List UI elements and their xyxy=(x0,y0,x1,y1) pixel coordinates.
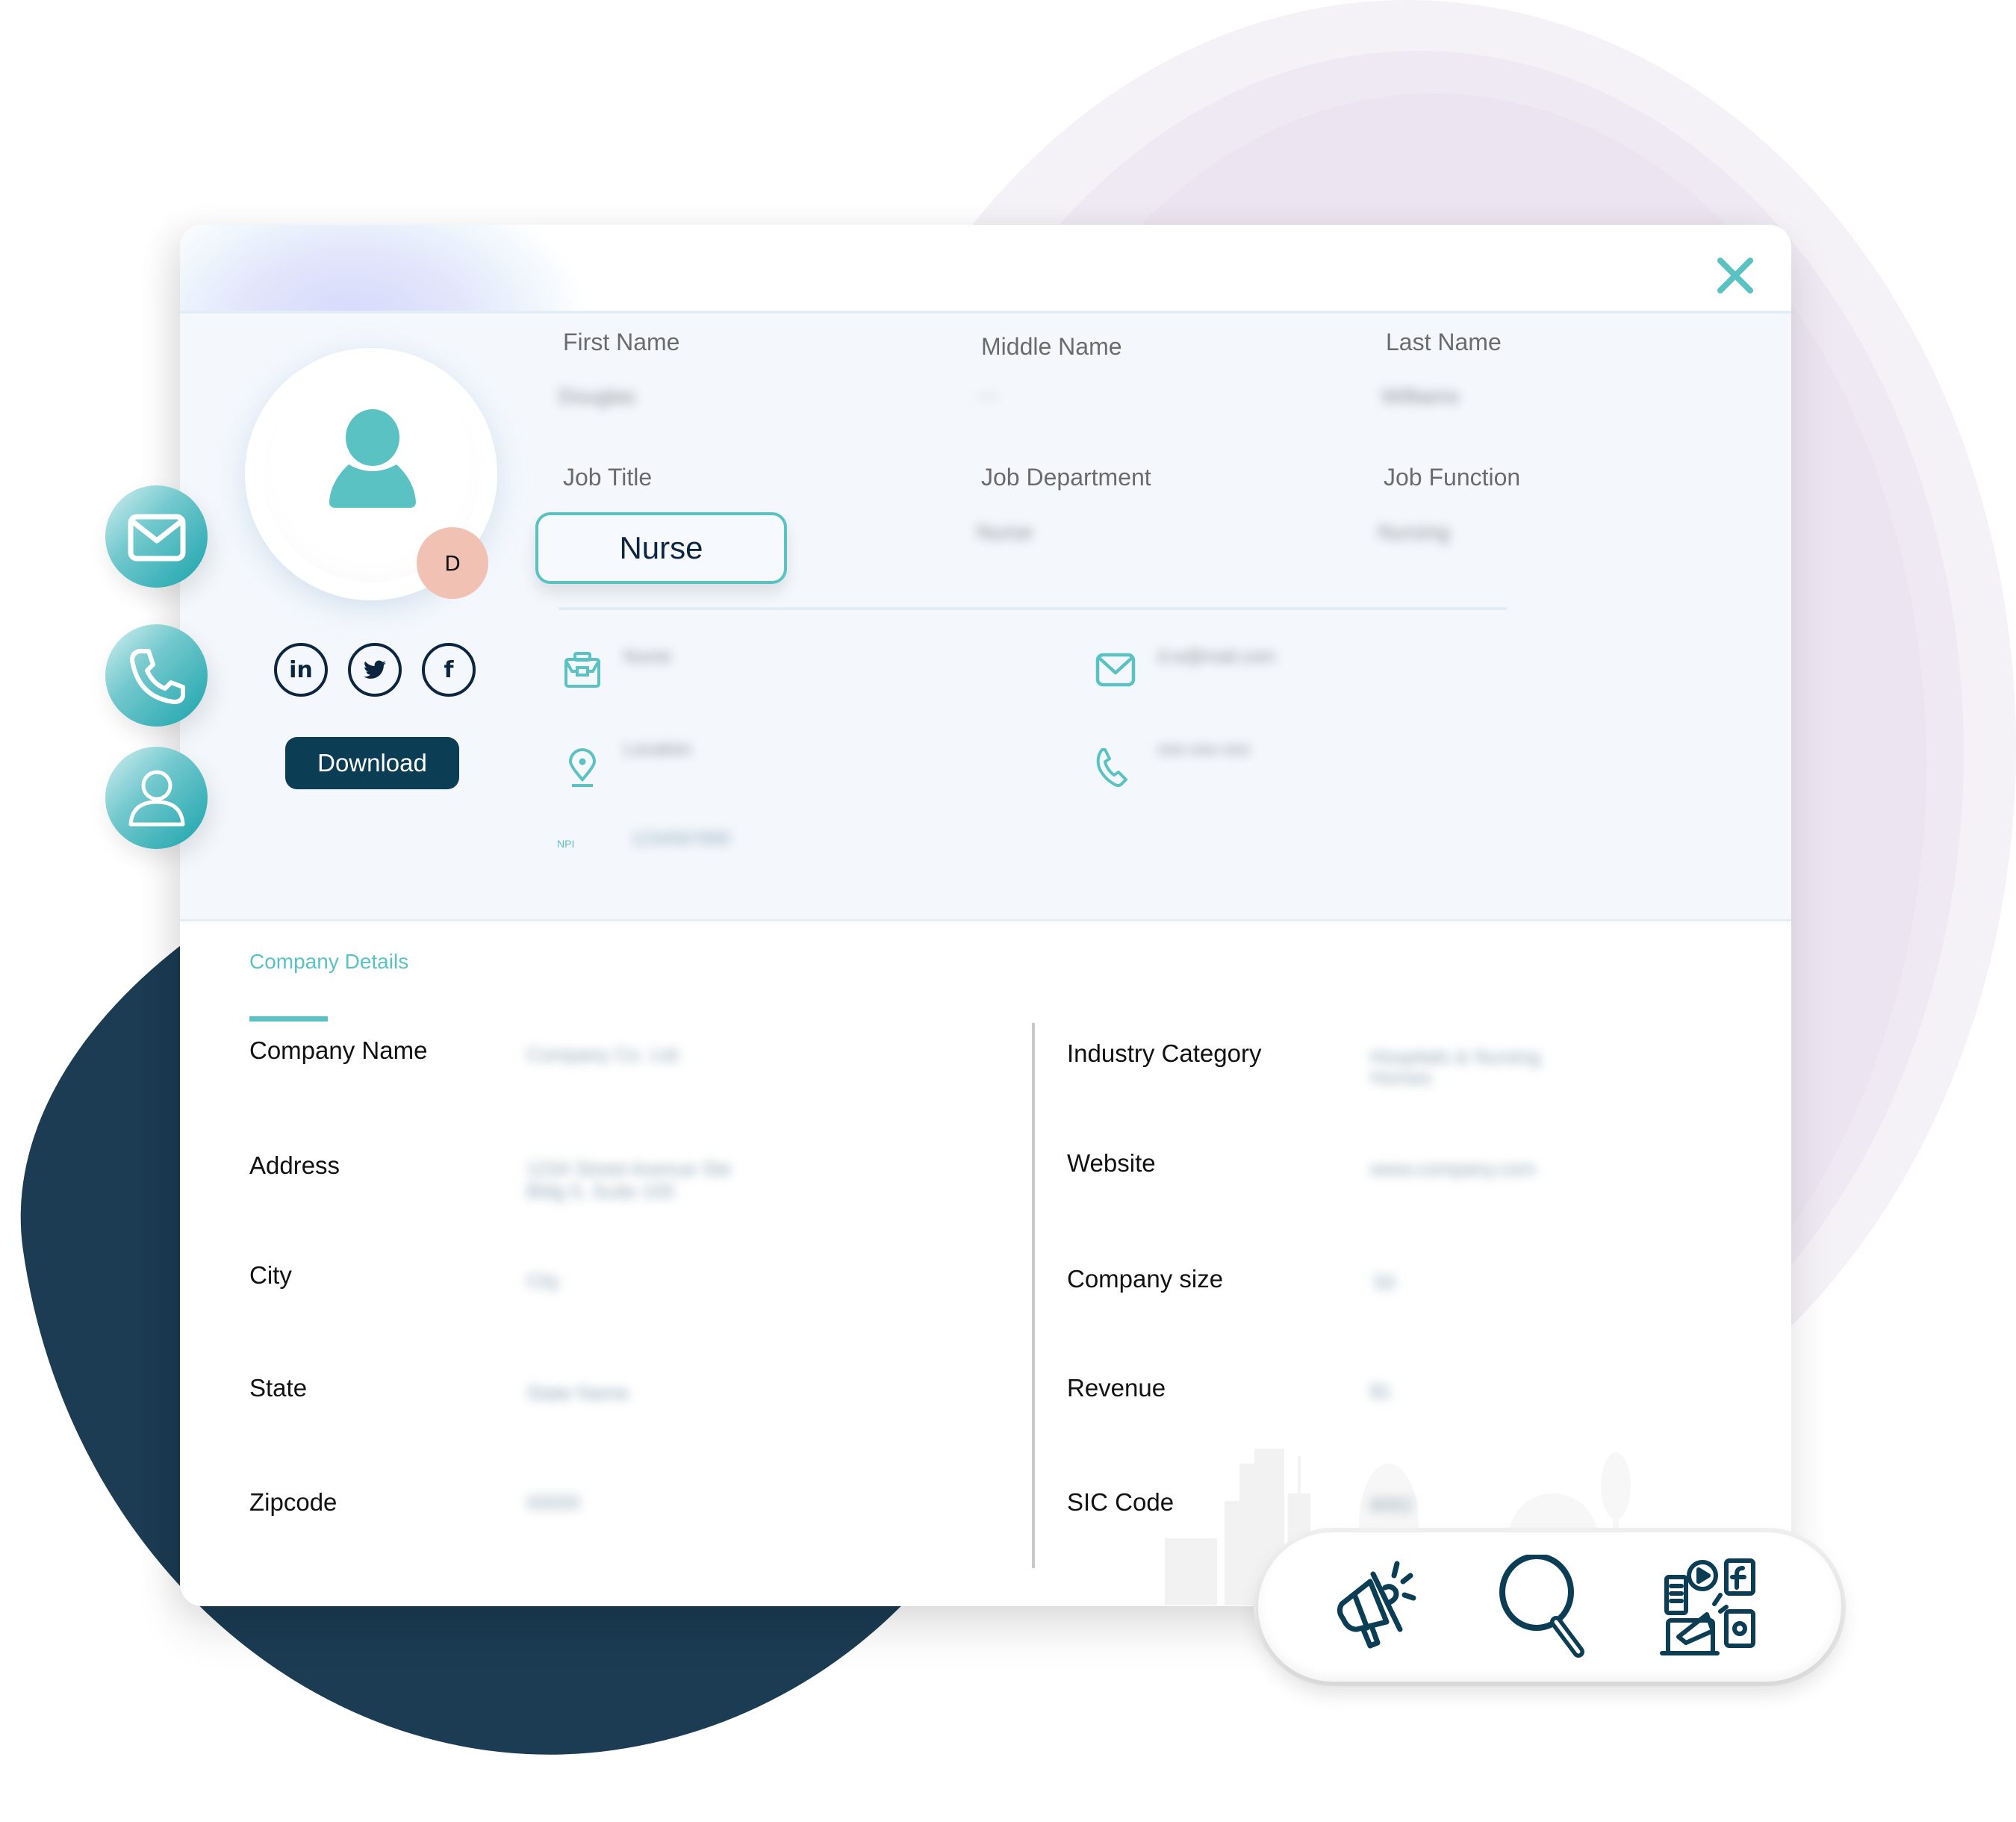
company-details-title: Company Details xyxy=(249,950,409,973)
job-title-label: Job Title xyxy=(563,464,653,491)
job-title-value: Nurse xyxy=(535,512,787,584)
state-value: State Name xyxy=(526,1381,629,1404)
email-icon xyxy=(1095,653,1136,687)
city-value: City xyxy=(526,1269,560,1292)
megaphone-icon[interactable] xyxy=(1327,1555,1431,1659)
initial-badge: D xyxy=(417,527,488,599)
last-name-label: Last Name xyxy=(1386,329,1502,355)
first-name-value: Douglas xyxy=(559,385,635,408)
twitter-button[interactable] xyxy=(348,643,402,697)
company-size-label: Company size xyxy=(1067,1265,1224,1293)
company-short-value: Nurse xyxy=(623,647,672,667)
zipcode-value: 00000 xyxy=(526,1491,581,1514)
sic-code-value: 8062 xyxy=(1370,1493,1413,1516)
npi-label: NPI xyxy=(557,838,575,850)
side-email-button[interactable] xyxy=(105,485,208,588)
address-label: Address xyxy=(249,1151,340,1179)
job-department-value: Nurse xyxy=(977,520,1033,544)
sic-code-label: SIC Code xyxy=(1067,1488,1175,1516)
social-media-marketing-icon[interactable] xyxy=(1658,1555,1762,1659)
briefcase-icon xyxy=(564,652,600,688)
middle-name-value: ---- xyxy=(978,388,998,405)
card-header xyxy=(180,225,1791,314)
job-function-label: Job Function xyxy=(1384,464,1521,491)
job-function-value: Nursing xyxy=(1378,520,1450,544)
company-name-label: Company Name xyxy=(249,1036,428,1064)
side-profile-button[interactable] xyxy=(105,747,208,849)
linkedin-button[interactable]: in xyxy=(274,643,328,697)
twitter-icon xyxy=(364,660,386,679)
company-name-value: Company Co. Ltd. xyxy=(526,1043,683,1066)
website-label: Website xyxy=(1067,1149,1156,1177)
location-pin-icon xyxy=(568,748,597,787)
address-value-line2: Bldg 5, Suite 100 xyxy=(526,1180,675,1202)
state-label: State xyxy=(249,1374,308,1402)
phone-value: xxx-xxx-xxx xyxy=(1157,739,1250,759)
address-value-line1: 1234 Street Avenue Ste xyxy=(526,1157,732,1180)
section-divider xyxy=(559,607,1507,610)
close-button[interactable] xyxy=(1714,255,1756,296)
city-label: City xyxy=(249,1261,292,1289)
website-value: www.company.com xyxy=(1370,1157,1537,1180)
user-icon xyxy=(329,409,416,508)
section-accent-bar xyxy=(249,1016,328,1022)
zipcode-label: Zipcode xyxy=(249,1488,337,1516)
email-value: d.w@mail.com xyxy=(1157,647,1275,667)
phone-icon xyxy=(129,648,185,704)
download-button[interactable]: Download xyxy=(285,737,459,789)
industry-category-label: Industry Category xyxy=(1067,1039,1262,1067)
revenue-label: Revenue xyxy=(1067,1374,1166,1402)
revenue-value: $1 xyxy=(1370,1380,1392,1402)
location-value: Location xyxy=(623,739,691,759)
linkedin-icon: in xyxy=(289,656,313,683)
middle-name-label: Middle Name xyxy=(981,333,1122,360)
phone-icon xyxy=(1096,748,1127,787)
job-department-label: Job Department xyxy=(981,464,1151,491)
industry-category-value-line1: Hospitals & Nursing xyxy=(1370,1045,1541,1068)
npi-value: 1234567890 xyxy=(631,829,731,849)
column-divider xyxy=(1032,1023,1035,1568)
last-name-value: Williams xyxy=(1381,385,1460,408)
company-size-value: 50 xyxy=(1374,1271,1396,1293)
mail-icon xyxy=(128,514,185,561)
facebook-button[interactable]: f xyxy=(422,643,476,697)
user-outline-icon xyxy=(128,770,184,826)
search-icon[interactable] xyxy=(1493,1555,1598,1659)
industry-category-value-line2: Homes xyxy=(1370,1066,1432,1089)
facebook-icon: f xyxy=(444,656,454,683)
side-phone-button[interactable] xyxy=(105,624,208,727)
first-name-label: First Name xyxy=(563,329,680,355)
close-icon xyxy=(1717,258,1753,293)
